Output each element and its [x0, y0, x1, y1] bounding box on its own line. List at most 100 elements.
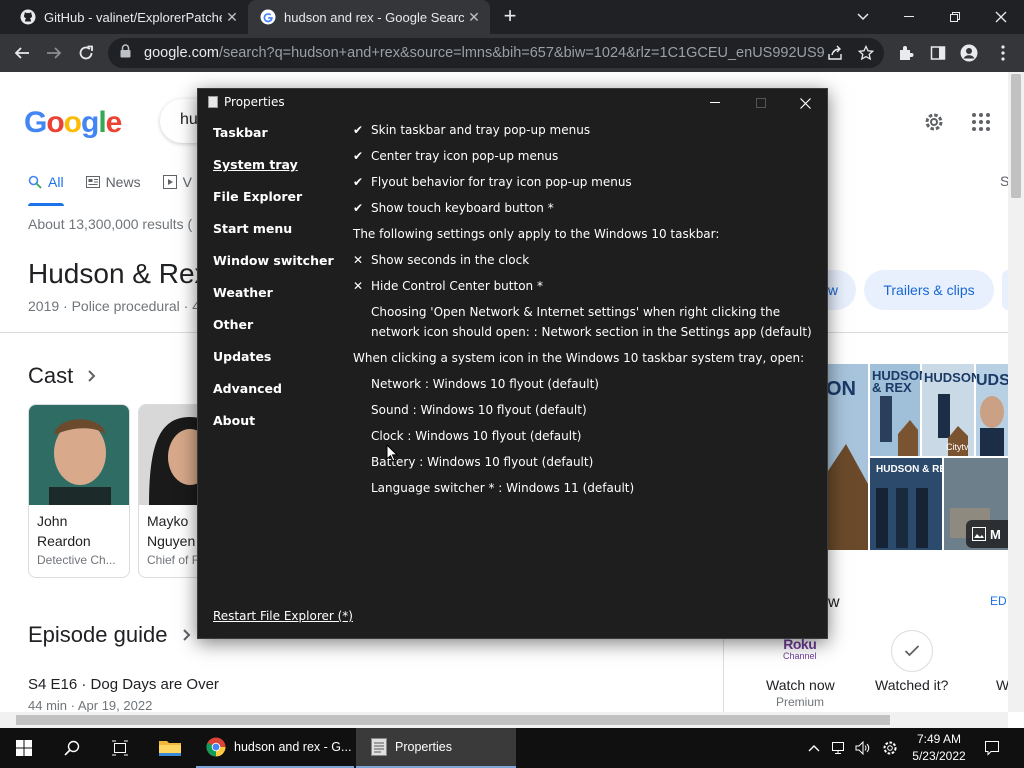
watched-it-label[interactable]: Watched it?: [875, 677, 948, 693]
edit-link-fragment[interactable]: ED: [990, 594, 1007, 608]
tab-search-chevron-icon[interactable]: [840, 0, 886, 34]
taskbar-clock[interactable]: 7:49 AM 5/23/2022: [908, 731, 970, 765]
section-note-win10: The following settings only apply to the…: [353, 227, 720, 241]
task-view-button[interactable]: [96, 728, 144, 768]
tools-tab-fragment[interactable]: S: [1000, 173, 1008, 189]
taskbar-app-chrome[interactable]: hudson and rex - G...: [196, 728, 354, 768]
tab-title: hudson and rex - Google Search: [284, 9, 464, 25]
watched-check-button[interactable]: [891, 630, 933, 672]
tab-all[interactable]: All: [28, 172, 64, 192]
dialog-close-button[interactable]: [782, 89, 828, 117]
action-center-button[interactable]: [978, 728, 1006, 768]
tray-settings-icon[interactable]: [878, 728, 902, 768]
taskbar-app-label: Properties: [395, 740, 452, 754]
cast-card[interactable]: John Reardon Detective Ch...: [28, 404, 130, 578]
close-window-button[interactable]: [978, 0, 1024, 34]
image-gallery[interactable]: ON HUDSON & REX HUDSON Citytv UDS HUDSON…: [826, 364, 1008, 550]
news-icon: [85, 176, 100, 188]
poster-label: HUDSON & REX: [872, 368, 929, 395]
start-button[interactable]: [0, 728, 48, 768]
option-label: Show seconds in the clock: [371, 253, 530, 267]
dialog-titlebar[interactable]: Properties: [208, 95, 285, 109]
horizontal-scrollbar-thumb[interactable]: [16, 715, 890, 725]
network-tray-icon[interactable]: [828, 728, 850, 768]
episode-meta: 44 min · Apr 19, 2022: [28, 698, 153, 712]
option-clock-flyout[interactable]: Clock : Windows 10 flyout (default): [353, 425, 813, 451]
tab-google-search[interactable]: hudson and rex - Google Search ✕: [248, 0, 490, 34]
profile-avatar-icon[interactable]: [958, 42, 980, 64]
cast-heading[interactable]: Cast: [28, 363, 97, 389]
share-icon[interactable]: [824, 42, 846, 64]
apps-grid-icon[interactable]: [971, 112, 991, 137]
nav-taskbar[interactable]: Taskbar: [213, 123, 334, 155]
nav-file-explorer[interactable]: File Explorer: [213, 187, 334, 219]
horizontal-scrollbar[interactable]: [0, 712, 1008, 728]
close-tab-icon[interactable]: ✕: [464, 9, 484, 26]
option-center-tray-menus[interactable]: ✔ Center tray icon pop-up menus: [353, 145, 813, 171]
vertical-scrollbar-thumb[interactable]: [1011, 74, 1021, 198]
tab-github[interactable]: GitHub - valinet/ExplorerPatcher ✕: [8, 0, 248, 34]
option-show-seconds[interactable]: ✕ Show seconds in the clock: [353, 249, 813, 275]
address-bar[interactable]: google.com/search?q=hudson+and+rex&sourc…: [108, 38, 884, 68]
nav-advanced[interactable]: Advanced: [213, 379, 334, 411]
close-tab-icon[interactable]: ✕: [222, 9, 242, 26]
back-arrow-icon[interactable]: [10, 41, 34, 65]
dialog-minimize-button[interactable]: [692, 89, 738, 117]
tab-label: News: [105, 174, 141, 190]
option-network-settings-target[interactable]: Choosing 'Open Network & Internet settin…: [353, 301, 813, 347]
bookmark-star-icon[interactable]: [855, 42, 877, 64]
new-tab-button[interactable]: +: [498, 5, 522, 29]
episode-title[interactable]: S4 E16 · Dog Days are Over: [28, 676, 219, 693]
option-skin-taskbar-menus[interactable]: ✔ Skin taskbar and tray pop-up menus: [353, 119, 813, 145]
minimize-button[interactable]: [886, 0, 932, 34]
side-panel-icon[interactable]: [927, 42, 949, 64]
search-icon: [28, 175, 42, 189]
url-text: google.com/search?q=hudson+and+rex&sourc…: [144, 45, 824, 61]
more-images-button[interactable]: M: [966, 520, 1008, 548]
search-tabs: All News V: [28, 172, 214, 192]
github-icon: [20, 9, 36, 25]
option-flyout-behavior[interactable]: ✔ Flyout behavior for tray icon pop-up m…: [353, 171, 813, 197]
nav-other[interactable]: Other: [213, 315, 334, 347]
nav-about[interactable]: About: [213, 411, 334, 443]
option-hide-control-center[interactable]: ✕ Hide Control Center button *: [353, 275, 813, 301]
tab-videos[interactable]: V: [162, 172, 192, 192]
option-label: Skin taskbar and tray pop-up menus: [371, 123, 591, 137]
vertical-scrollbar[interactable]: [1008, 72, 1024, 712]
taskbar-app-properties[interactable]: Properties: [356, 728, 516, 768]
tab-news[interactable]: News: [85, 172, 141, 192]
lock-icon[interactable]: [120, 43, 134, 63]
google-logo[interactable]: Google: [24, 106, 122, 140]
chrome-menu-icon[interactable]: [992, 42, 1014, 64]
more-images-label: M: [990, 526, 1001, 542]
taskbar-search-button[interactable]: [48, 728, 96, 768]
nav-weather[interactable]: Weather: [213, 283, 334, 315]
reload-icon[interactable]: [74, 41, 98, 65]
watch-now-label[interactable]: Watch now: [766, 677, 835, 693]
show-hidden-icons-chevron[interactable]: [804, 728, 824, 768]
file-explorer-button[interactable]: [146, 728, 194, 768]
nav-system-tray[interactable]: System tray: [213, 155, 334, 187]
nav-start-menu[interactable]: Start menu: [213, 219, 334, 251]
episode-guide-heading[interactable]: Episode guide: [28, 622, 192, 648]
forward-arrow-icon[interactable]: [42, 41, 66, 65]
browser-toolbar: google.com/search?q=hudson+and+rex&sourc…: [0, 34, 1024, 72]
network-icon: [832, 742, 844, 754]
option-battery-flyout[interactable]: Battery : Windows 10 flyout (default): [353, 451, 813, 477]
chip-trailers-clips[interactable]: Trailers & clips: [864, 270, 994, 310]
gear-icon: [883, 741, 897, 755]
settings-gear-icon[interactable]: [922, 110, 946, 139]
option-sound-flyout[interactable]: Sound : Windows 10 flyout (default): [353, 399, 813, 425]
option-touch-keyboard[interactable]: ✔ Show touch keyboard button *: [353, 197, 813, 223]
roku-logo[interactable]: Roku Channel: [783, 637, 817, 662]
volume-tray-icon[interactable]: [852, 728, 874, 768]
nav-updates[interactable]: Updates: [213, 347, 334, 379]
restore-button[interactable]: [932, 0, 978, 34]
option-network-flyout[interactable]: Network : Windows 10 flyout (default): [353, 373, 813, 399]
mouse-cursor-icon: [386, 444, 398, 462]
extensions-puzzle-icon[interactable]: [895, 42, 917, 64]
option-language-switcher[interactable]: Language switcher * : Windows 11 (defaul…: [353, 477, 813, 503]
dialog-maximize-button[interactable]: [738, 89, 784, 117]
restart-explorer-link[interactable]: Restart File Explorer (*): [213, 609, 353, 623]
nav-window-switcher[interactable]: Window switcher: [213, 251, 334, 283]
